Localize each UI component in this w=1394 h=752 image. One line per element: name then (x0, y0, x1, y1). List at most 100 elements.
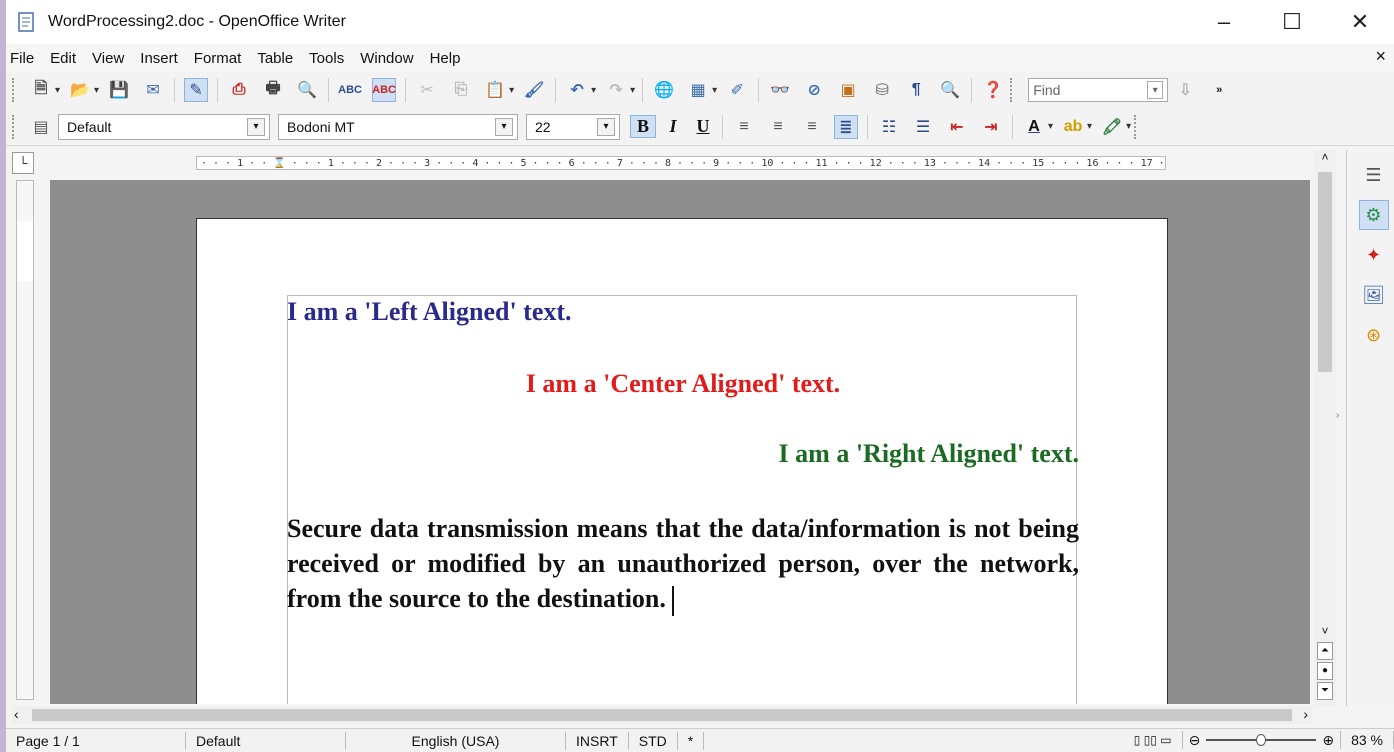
insert-mode-indicator[interactable]: INSRT (566, 731, 629, 750)
menu-file[interactable]: File (10, 50, 34, 67)
sidebar-menu-icon[interactable]: ☰ (1359, 160, 1389, 190)
email-icon[interactable]: ✉ (141, 78, 165, 102)
toolbar-grip[interactable] (1134, 114, 1138, 139)
menu-edit[interactable]: Edit (50, 50, 76, 67)
highlight-dropdown-icon[interactable]: ▾ (1087, 121, 1092, 132)
font-name-select[interactable]: Bodoni MT ▾ (278, 113, 518, 140)
right-aligned-paragraph[interactable]: I am a 'Right Aligned' text. (287, 439, 1079, 469)
increase-indent-icon[interactable]: ⇥ (979, 115, 1003, 139)
zoom-slider-knob[interactable] (1256, 734, 1267, 746)
styles-icon[interactable]: ✦ (1359, 240, 1389, 270)
zoom-icon[interactable]: 🔍 (938, 78, 962, 102)
paste-dropdown-icon[interactable]: ▾ (509, 85, 514, 96)
print-preview-icon[interactable]: 🔍 (295, 78, 319, 102)
copy-icon[interactable]: ⎘ (449, 78, 473, 102)
center-aligned-paragraph[interactable]: I am a 'Center Aligned' text. (287, 369, 1079, 399)
show-draw-functions-icon[interactable]: ✐ (725, 78, 749, 102)
find-next-icon[interactable]: ⇩ (1173, 78, 1197, 102)
navigator-icon[interactable]: ⊘ (802, 78, 826, 102)
document-page[interactable]: I am a 'Left Aligned' text. I am a 'Cent… (196, 218, 1168, 704)
underline-button[interactable]: U (690, 116, 716, 137)
scroll-left-icon[interactable]: ‹ (14, 706, 19, 722)
gallery-icon[interactable]: ▣ (836, 78, 860, 102)
autospellcheck-icon[interactable]: ABC (372, 78, 397, 102)
find-replace-icon[interactable]: 👓 (768, 78, 792, 102)
paste-icon[interactable]: 📋 (483, 78, 507, 102)
menu-help[interactable]: Help (430, 50, 461, 67)
align-center-icon[interactable]: ≡ (766, 115, 790, 139)
data-sources-icon[interactable]: ⛁ (870, 78, 894, 102)
vertical-scrollbar[interactable]: ˄ ˅ ⏶ ● ⏷ (1314, 150, 1336, 706)
export-pdf-icon[interactable]: ⎙ (227, 78, 251, 102)
zoom-slider[interactable] (1206, 734, 1317, 746)
toolbar-grip[interactable] (12, 114, 16, 139)
font-color-icon[interactable]: A (1022, 115, 1046, 139)
save-icon[interactable]: 💾 (107, 78, 131, 102)
close-document-icon[interactable]: × (1375, 46, 1386, 67)
toolbar-overflow-icon[interactable]: » (1207, 78, 1231, 102)
print-icon[interactable]: 🖶 (261, 78, 285, 102)
justify-icon[interactable]: ≣ (834, 114, 858, 139)
navigation-icon[interactable]: ● (1317, 662, 1333, 680)
font-color-dropdown-icon[interactable]: ▾ (1048, 121, 1053, 132)
properties-icon[interactable]: ⚙ (1358, 200, 1389, 230)
horizontal-scrollbar[interactable]: ‹ › (12, 706, 1312, 724)
undo-icon[interactable]: ↶ (565, 78, 589, 102)
cut-icon[interactable]: ✂ (415, 78, 439, 102)
page-indicator[interactable]: Page 1 / 1 (6, 731, 186, 750)
redo-icon[interactable]: ↷ (604, 78, 628, 102)
decrease-indent-icon[interactable]: ⇤ (945, 115, 969, 139)
maximize-button[interactable]: ☐ (1258, 0, 1326, 44)
paragraph-style-select[interactable]: Default ▾ (58, 113, 270, 140)
find-dropdown-icon[interactable]: ▾ (1147, 81, 1164, 99)
zoom-out-icon[interactable]: ⊖ (1189, 732, 1201, 749)
minimize-button[interactable]: – (1190, 0, 1258, 44)
menu-insert[interactable]: Insert (140, 50, 178, 67)
font-size-select[interactable]: 22 ▾ (526, 113, 620, 140)
formatting-marks-icon[interactable]: ¶ (904, 78, 928, 102)
menu-window[interactable]: Window (360, 50, 413, 67)
justified-paragraph[interactable]: Secure data transmission means that the … (287, 511, 1079, 617)
toolbar-grip[interactable] (12, 78, 16, 102)
zoom-in-icon[interactable]: ⊕ (1322, 732, 1334, 749)
open-folder-icon[interactable]: 📂 (68, 78, 92, 102)
page-style-indicator[interactable]: Default (186, 731, 346, 750)
scroll-up-icon[interactable]: ˄ (1314, 150, 1336, 168)
new-document-icon[interactable]: 🗎 (29, 78, 53, 102)
left-aligned-paragraph[interactable]: I am a 'Left Aligned' text. (287, 297, 1079, 327)
redo-dropdown-icon[interactable]: ▾ (630, 85, 635, 96)
highlighting-icon[interactable]: ab (1061, 115, 1085, 139)
undo-dropdown-icon[interactable]: ▾ (591, 85, 596, 96)
language-indicator[interactable]: English (USA) (346, 731, 566, 750)
menu-view[interactable]: View (92, 50, 124, 67)
horizontal-ruler[interactable]: · · · 1 · · ⌛ · · · 1 · · · 2 · · · 3 · … (196, 156, 1166, 170)
help-icon[interactable]: ❓ (981, 78, 1005, 102)
align-left-icon[interactable]: ≡ (732, 115, 756, 139)
sidebar-collapse-handle[interactable]: › (1336, 410, 1339, 421)
menu-tools[interactable]: Tools (309, 50, 344, 67)
document-canvas[interactable]: I am a 'Left Aligned' text. I am a 'Cent… (50, 180, 1310, 704)
chevron-down-icon[interactable]: ▾ (495, 117, 513, 136)
open-dropdown-icon[interactable]: ▾ (94, 85, 99, 96)
gallery-sidebar-icon[interactable]: 🖼 (1359, 280, 1389, 310)
vertical-scroll-thumb[interactable] (1318, 172, 1332, 372)
horizontal-scroll-thumb[interactable] (32, 709, 1292, 721)
styles-formatting-icon[interactable]: ▤ (29, 115, 53, 139)
toolbar-grip[interactable] (1010, 78, 1014, 102)
background-color-icon[interactable]: 🖍 (1100, 115, 1124, 139)
previous-page-icon[interactable]: ⏶ (1317, 642, 1333, 660)
menu-table[interactable]: Table (257, 50, 293, 67)
vertical-ruler[interactable] (16, 180, 34, 700)
scroll-down-icon[interactable]: ˅ (1314, 624, 1336, 642)
close-button[interactable]: ✕ (1326, 0, 1394, 44)
background-dropdown-icon[interactable]: ▾ (1126, 121, 1131, 132)
bold-button[interactable]: B (630, 115, 656, 138)
chevron-down-icon[interactable]: ▾ (597, 117, 615, 136)
scroll-right-icon[interactable]: › (1303, 706, 1308, 722)
navigator-sidebar-icon[interactable]: ⊛ (1359, 320, 1389, 350)
bullets-icon[interactable]: ☰ (911, 115, 935, 139)
zoom-percentage[interactable]: 83 % (1340, 731, 1394, 749)
find-field[interactable]: Find ▾ (1028, 78, 1169, 102)
spellcheck-icon[interactable]: ABC (338, 78, 362, 102)
clone-formatting-icon[interactable]: 🖌 (522, 78, 546, 102)
